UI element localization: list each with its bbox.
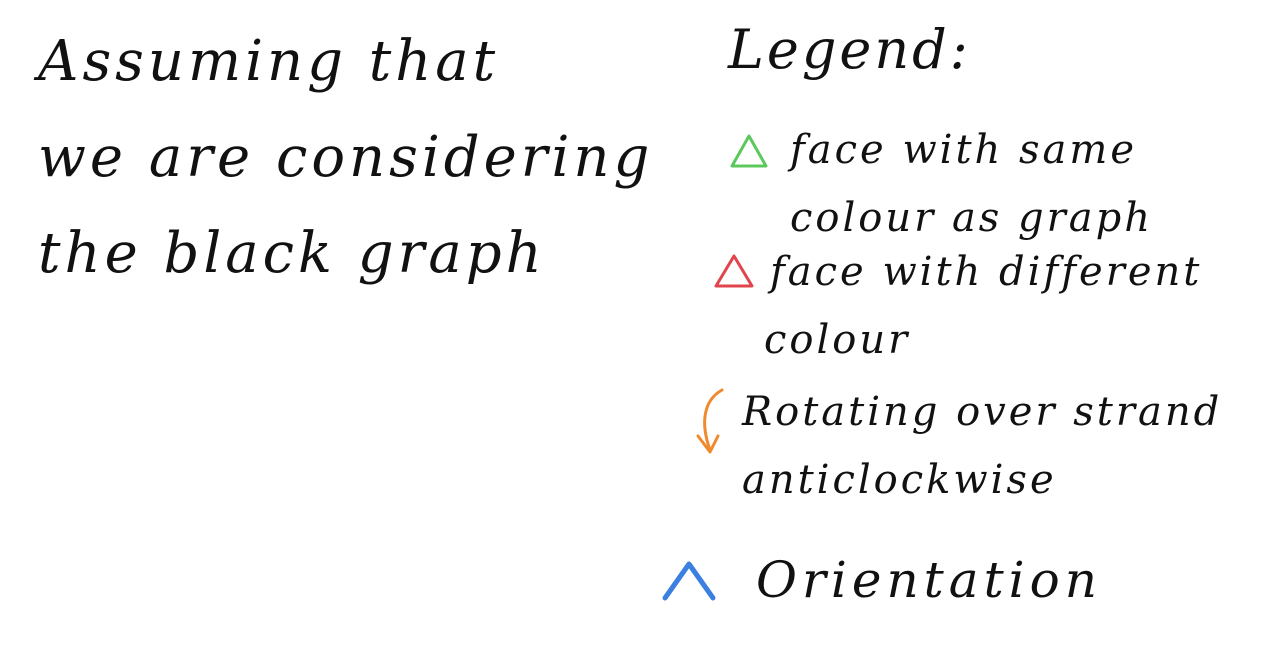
orange-curved-arrow-icon [690, 386, 730, 458]
legend-item-2-line-2: colour [764, 317, 911, 363]
legend-item-rotation: Rotating over strand anticlockwise [742, 378, 1222, 514]
note-line-2: we are considering [38, 125, 654, 190]
legend-item-1-line-1: face with same [790, 127, 1137, 173]
legend-item-3-line-1: Rotating over strand [742, 389, 1223, 435]
note-line-3: the black graph [38, 221, 546, 286]
legend-item-same-colour: face with same colour as graph [790, 116, 1153, 252]
blue-caret-icon [660, 556, 718, 604]
red-triangle-icon [712, 252, 756, 290]
legend-item-4-line-1: Orientation [756, 551, 1102, 609]
legend-item-2-line-1: face with different [770, 249, 1203, 295]
legend-item-different-colour: face with different colour [764, 238, 1203, 374]
note-line-1: Assuming that [38, 29, 500, 94]
legend-item-orientation: Orientation [756, 546, 1102, 614]
green-triangle-icon [728, 132, 770, 170]
legend-item-3-line-2: anticlockwise [742, 457, 1057, 503]
legend-title: Legend: [728, 18, 971, 81]
handwritten-note: Assuming that we are considering the bla… [38, 14, 678, 302]
